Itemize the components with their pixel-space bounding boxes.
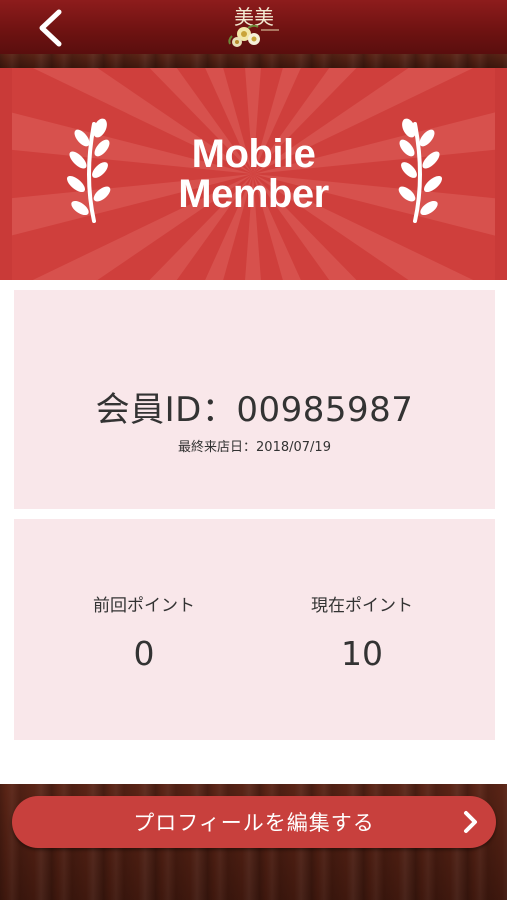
member-id-card: 会員ID：00985987 最終来店日：2018/07/19 xyxy=(14,290,495,509)
edit-profile-label: プロフィールを編集する xyxy=(133,811,375,835)
footer-bar: プロフィールを編集する xyxy=(0,784,507,900)
last-visit-date: 最終来店日：2018/07/19 xyxy=(178,440,331,455)
brand-logo: 美美 xyxy=(224,2,284,50)
previous-points-value: 0 xyxy=(133,634,155,673)
member-content: 会員ID：00985987 最終来店日：2018/07/19 前回ポイント 0 … xyxy=(0,280,507,784)
points-card: 前回ポイント 0 現在ポイント 10 xyxy=(14,519,495,740)
mobile-member-banner: Mobile Member xyxy=(0,68,507,280)
chevron-right-icon xyxy=(464,811,477,833)
laurel-branch-icon xyxy=(398,118,443,223)
wood-strip xyxy=(0,54,507,68)
current-points: 現在ポイント 10 xyxy=(262,591,462,673)
edit-profile-button[interactable]: プロフィールを編集する xyxy=(12,796,496,848)
current-points-value: 10 xyxy=(341,634,383,673)
app-header: 美美 xyxy=(0,0,507,55)
chevron-left-icon xyxy=(39,9,62,47)
member-id: 会員ID：00985987 xyxy=(95,390,414,430)
back-button[interactable] xyxy=(28,6,72,50)
previous-points: 前回ポイント 0 xyxy=(44,591,244,673)
current-points-label: 現在ポイント xyxy=(311,596,413,616)
previous-points-label: 前回ポイント xyxy=(93,596,195,616)
